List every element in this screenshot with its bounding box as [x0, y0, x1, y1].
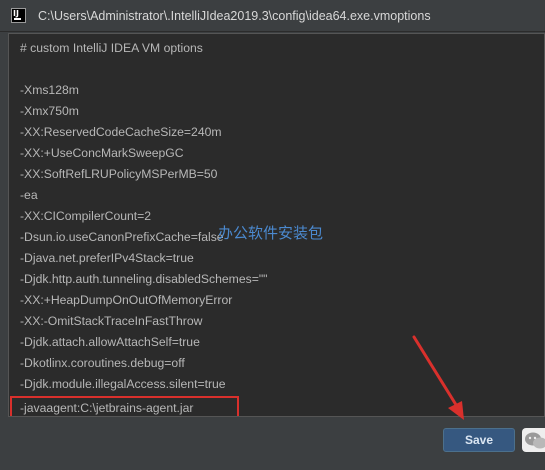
editor-line[interactable]: -Dsun.io.useCanonPrefixCache=false	[20, 227, 224, 247]
wechat-icon	[522, 428, 545, 452]
watermark-text: 办公软件安装包	[218, 224, 324, 242]
window-title: C:\Users\Administrator\.IntelliJIdea2019…	[38, 8, 431, 23]
save-button[interactable]: Save	[443, 428, 515, 452]
editor-line[interactable]: -ea	[20, 185, 38, 205]
editor-line[interactable]: -XX:+HeapDumpOnOutOfMemoryError	[20, 290, 232, 310]
intellij-app-icon: IJ	[11, 8, 26, 23]
title-bar: IJ C:\Users\Administrator\.IntelliJIdea2…	[0, 0, 545, 32]
editor-line[interactable]: # custom IntelliJ IDEA VM options	[20, 38, 203, 58]
editor-line[interactable]: -Dkotlinx.coroutines.debug=off	[20, 353, 185, 373]
editor-line[interactable]: -XX:CICompilerCount=2	[20, 206, 151, 226]
editor-line[interactable]: -Djava.net.preferIPv4Stack=true	[20, 248, 194, 268]
editor-line[interactable]: -XX:SoftRefLRUPolicyMSPerMB=50	[20, 164, 217, 184]
editor-line[interactable]: -Djdk.http.auth.tunneling.disabledScheme…	[20, 269, 267, 289]
editor-line[interactable]: -Xmx750m	[20, 101, 79, 121]
app-icon-label: IJ	[13, 9, 19, 18]
editor-line[interactable]: -Xms128m	[20, 80, 79, 100]
red-highlight-box	[10, 396, 239, 416]
editor-line[interactable]: -XX:-OmitStackTraceInFastThrow	[20, 311, 202, 331]
editor-line[interactable]: -XX:ReservedCodeCacheSize=240m	[20, 122, 222, 142]
editor-line[interactable]: -Djdk.module.illegalAccess.silent=true	[20, 374, 226, 394]
editor-line[interactable]: -XX:+UseConcMarkSweepGC	[20, 143, 184, 163]
editor-line[interactable]: -Djdk.attach.allowAttachSelf=true	[20, 332, 200, 352]
